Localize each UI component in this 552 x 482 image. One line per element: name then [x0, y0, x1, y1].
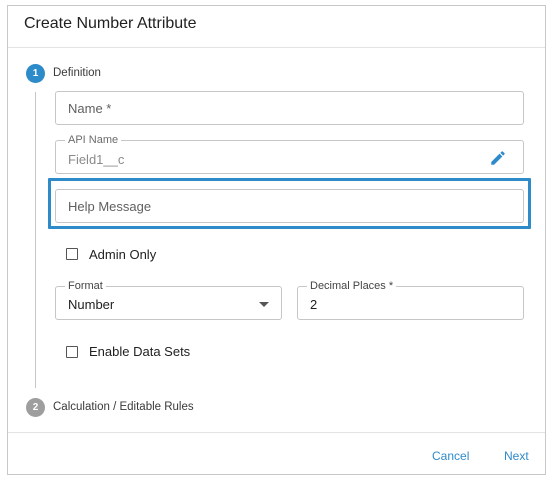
pencil-icon[interactable]: [489, 149, 507, 167]
enable-data-sets-checkbox[interactable]: [66, 346, 78, 358]
caret-down-icon[interactable]: [259, 302, 269, 307]
dialog-title: Create Number Attribute: [24, 15, 197, 32]
step-connector-line: [35, 92, 36, 388]
help-message-field[interactable]: Help Message: [55, 189, 524, 223]
header-divider: [8, 47, 545, 48]
enable-data-sets-label[interactable]: Enable Data Sets: [89, 344, 190, 359]
footer-divider: [8, 432, 545, 433]
step-2-indicator: 2: [26, 398, 45, 417]
api-name-value: Field1__c: [68, 152, 125, 167]
name-field[interactable]: Name *: [55, 91, 524, 125]
create-number-attribute-dialog: Create Number Attribute 1 Definition Nam…: [7, 5, 546, 475]
admin-only-label[interactable]: Admin Only: [89, 247, 156, 262]
format-legend: Format: [65, 280, 106, 292]
step-2-label[interactable]: Calculation / Editable Rules: [53, 401, 194, 413]
api-name-legend: API Name: [65, 134, 122, 146]
step-1-indicator: 1: [26, 64, 45, 83]
help-message-placeholder: Help Message: [68, 199, 152, 214]
decimal-places-value: 2: [310, 297, 318, 312]
admin-only-checkbox[interactable]: [66, 248, 78, 260]
name-field-placeholder: Name *: [68, 101, 112, 116]
format-value: Number: [68, 297, 115, 312]
next-button[interactable]: Next: [504, 449, 529, 463]
decimal-places-field[interactable]: Decimal Places * 2: [297, 280, 524, 320]
cancel-button[interactable]: Cancel: [432, 449, 469, 463]
decimal-places-legend: Decimal Places *: [307, 280, 397, 292]
format-select[interactable]: Format Number: [55, 280, 282, 320]
step-1-label: Definition: [53, 67, 101, 79]
api-name-field[interactable]: API Name Field1__c: [55, 134, 524, 174]
